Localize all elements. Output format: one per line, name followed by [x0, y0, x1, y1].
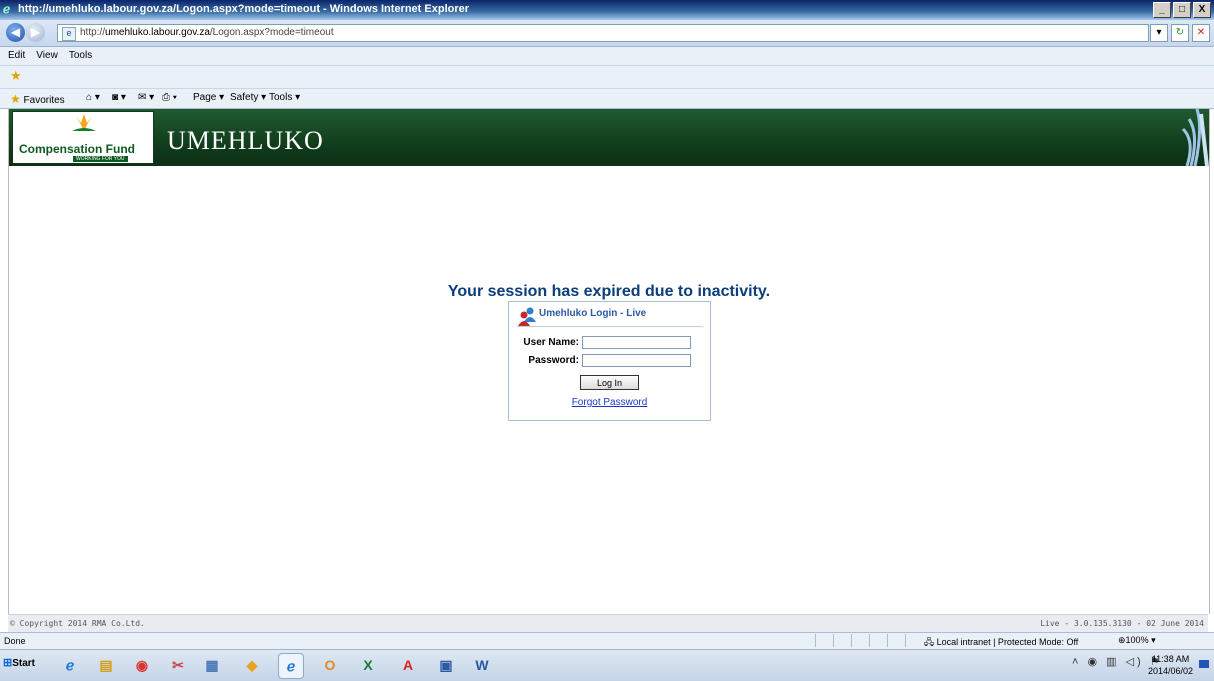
app-title: UMEHLUKO [167, 126, 324, 155]
print-icon[interactable]: ⎙ ▾ [162, 92, 177, 103]
users-icon [518, 307, 536, 326]
internet-explorer-active-icon[interactable]: ℯ [278, 653, 304, 679]
page-menu[interactable]: Page ▾ [193, 92, 224, 103]
tools-menu[interactable]: Tools ▾ [269, 92, 300, 103]
windows-taskbar: ⊞Start ℯ ▤ ◉ ✂ ▦ ◆ ℯ O X A ▣ W ˄ ◉ ▥ ◁) … [0, 649, 1214, 681]
forward-button[interactable]: ▶ [26, 23, 45, 42]
snipping-tool-icon[interactable]: ✂ [166, 653, 190, 677]
status-cells [815, 634, 923, 647]
status-text: Done [4, 636, 26, 646]
window-title: http://umehluko.labour.gov.za/Logon.aspx… [18, 3, 470, 15]
minimize-button[interactable]: _ [1153, 2, 1171, 18]
url-field[interactable]: e http://umehluko.labour.gov.za/Logon.asp… [57, 24, 1149, 42]
word-icon[interactable]: W [470, 653, 494, 677]
internet-explorer-icon: ℯ [3, 2, 11, 16]
login-button[interactable]: Log In [580, 375, 639, 390]
logo-text: Compensation Fund [19, 142, 135, 156]
outlook-icon[interactable]: O [318, 653, 342, 677]
site-banner: Compensation Fund WORKING FOR YOU UMEHLU… [9, 109, 1209, 166]
clock-date: 2014/06/02 [1148, 666, 1194, 676]
copyright-text: © Copyright 2014 RMA Co.Ltd. [10, 619, 145, 628]
command-bar: ★ Favorites ⌂ ▾ ◙ ▾ ✉ ▾ ⎙ ▾ Page ▾ Safet… [0, 89, 1214, 109]
intranet-icon: 🖧 [924, 637, 935, 647]
zoom-control[interactable]: ⊕100% ▾ [1118, 635, 1156, 646]
menu-view[interactable]: View [36, 47, 58, 65]
zoom-icon: ⊕ [1118, 635, 1126, 645]
compensation-fund-logo: Compensation Fund WORKING FOR YOU [12, 111, 154, 164]
security-zone-label: Local intranet | Protected Mode: Off [936, 637, 1079, 647]
username-input[interactable] [582, 336, 691, 349]
session-expired-message: Your session has expired due to inactivi… [447, 283, 771, 300]
folder-icon[interactable]: ◆ [240, 653, 264, 677]
url-path: /Logon.aspx?mode=timeout [209, 27, 334, 38]
adobe-reader-icon[interactable]: A [396, 653, 420, 677]
feeds-icon[interactable]: ◙ ▾ [112, 92, 126, 103]
internet-explorer-taskbar-icon[interactable]: ℯ [58, 653, 82, 677]
excel-icon[interactable]: X [356, 653, 380, 677]
calculator-icon[interactable]: ▦ [200, 653, 224, 677]
forgot-password-link[interactable]: Forgot Password [509, 397, 710, 408]
show-desktop-button[interactable] [1199, 660, 1209, 668]
add-favorite-icon[interactable]: ★ [10, 68, 22, 84]
skeleton-graphic-icon [1181, 109, 1209, 166]
close-button[interactable]: X [1193, 2, 1211, 18]
password-input[interactable] [582, 354, 691, 367]
login-header: Umehluko Login - Live [517, 306, 703, 327]
zoom-level: 100% [1125, 635, 1149, 645]
clock[interactable]: 11:38 AM 2014/06/02 [1148, 653, 1193, 677]
status-bar: Done 🖧 Local intranet | Protected Mode: … [0, 632, 1214, 649]
remote-desktop-icon[interactable]: ▣ [434, 653, 458, 677]
page-footer: © Copyright 2014 RMA Co.Ltd. Live - 3.0.… [8, 614, 1208, 632]
start-label: Start [12, 658, 36, 669]
menu-bar: Edit View Tools [0, 47, 1214, 66]
password-label: Password: [528, 355, 579, 366]
refresh-icon[interactable]: ↻ [1171, 24, 1189, 42]
mail-icon[interactable]: ✉ ▾ [138, 92, 154, 103]
windows-flag-icon: ⊞ [3, 657, 13, 669]
protea-flower-icon [72, 114, 96, 131]
start-button[interactable]: ⊞Start [3, 656, 35, 669]
clock-time: 11:38 AM [1151, 654, 1190, 664]
favorites-label: Favorites [23, 95, 65, 106]
menu-edit[interactable]: Edit [8, 47, 25, 65]
web-page: Compensation Fund WORKING FOR YOU UMEHLU… [8, 109, 1210, 614]
safety-menu[interactable]: Safety ▾ [230, 92, 266, 103]
username-label: User Name: [523, 337, 579, 348]
home-icon[interactable]: ⌂ ▾ [86, 92, 100, 103]
url-host: umehluko.labour.gov.za [105, 27, 210, 38]
window-title-bar: ℯ http://umehluko.labour.gov.za/Logon.as… [0, 0, 1214, 20]
address-bar: ◀ ▶ e http://umehluko.labour.gov.za/Logon… [0, 20, 1214, 47]
star-icon: ★ [10, 92, 21, 106]
favorites-button[interactable]: ★ Favorites [10, 92, 65, 106]
chrome-icon[interactable]: ◉ [130, 653, 154, 677]
dropdown-icon[interactable]: ▾ [1150, 24, 1168, 42]
menu-tools[interactable]: Tools [69, 47, 92, 65]
login-panel: Umehluko Login - Live User Name: Passwor… [508, 301, 711, 421]
logo-tagline: WORKING FOR YOU [73, 156, 128, 162]
back-button[interactable]: ◀ [6, 23, 25, 42]
maximize-button[interactable]: □ [1173, 2, 1191, 18]
stop-icon[interactable]: ✕ [1192, 24, 1210, 42]
favorites-bar: ★ [0, 66, 1214, 89]
file-explorer-icon[interactable]: ▤ [94, 653, 118, 677]
login-header-label: Umehluko Login - Live [539, 308, 647, 319]
page-icon: e [62, 27, 76, 41]
version-text: Live - 3.0.135.3130 - 02 June 2014 [1040, 619, 1204, 628]
url-prefix: http:// [80, 27, 106, 38]
